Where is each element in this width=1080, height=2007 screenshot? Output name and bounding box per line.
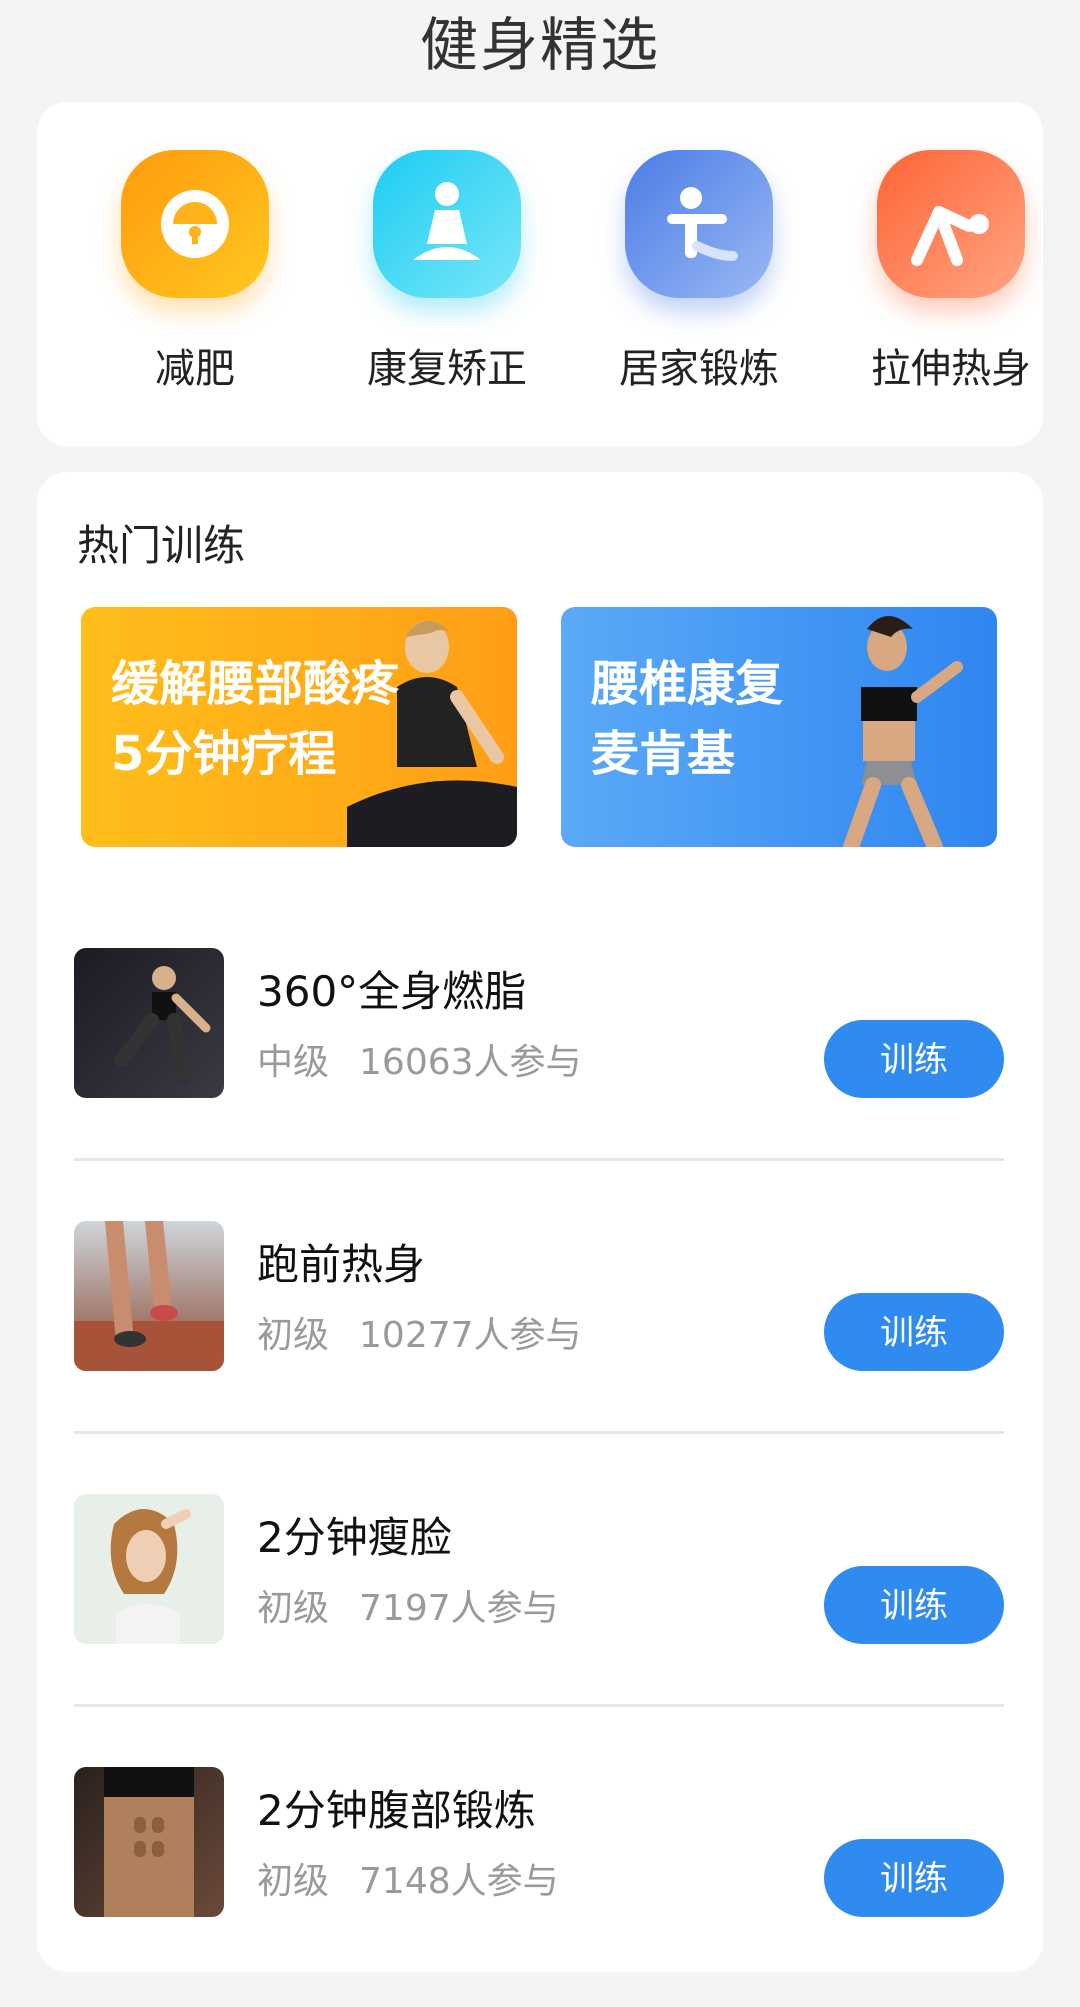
scale-icon bbox=[121, 150, 269, 298]
category-label: 康复矫正 bbox=[367, 346, 527, 392]
item-title: 2分钟腹部锻炼 bbox=[257, 1786, 536, 1835]
list-item[interactable]: 360°全身燃脂 中级 16063人参与 训练 bbox=[74, 948, 1004, 1188]
category-label: 减肥 bbox=[155, 346, 235, 392]
item-level: 中级 bbox=[257, 1042, 330, 1083]
item-title: 2分钟瘦脸 bbox=[257, 1513, 452, 1562]
category-home-workout[interactable]: 居家锻炼 bbox=[599, 150, 799, 394]
banner-line1: 缓解腰部酸疼 bbox=[111, 656, 400, 712]
divider bbox=[74, 1704, 1004, 1707]
banner-line2: 麦肯基 bbox=[591, 726, 736, 782]
item-participants: 7197人参与 bbox=[359, 1588, 559, 1629]
home-exercise-icon bbox=[625, 150, 773, 298]
train-button[interactable]: 训练 bbox=[824, 1839, 1004, 1917]
item-level: 初级 bbox=[257, 1315, 330, 1356]
category-label: 居家锻炼 bbox=[619, 346, 779, 392]
item-title: 跑前热身 bbox=[257, 1240, 426, 1289]
item-meta: 中级 16063人参与 bbox=[257, 1033, 582, 1085]
item-level: 初级 bbox=[257, 1861, 330, 1902]
banner-lower-back[interactable]: 缓解腰部酸疼 5分钟疗程 bbox=[81, 607, 517, 847]
train-button[interactable]: 训练 bbox=[824, 1020, 1004, 1098]
list-item[interactable]: 2分钟瘦脸 初级 7197人参与 训练 bbox=[74, 1494, 1004, 1734]
hot-training-card: 热门训练 缓解腰部酸疼 5分钟疗程 腰椎康复 麦肯基 360°全身燃脂 中级 1… bbox=[37, 472, 1043, 1972]
item-meta: 初级 10277人参与 bbox=[257, 1306, 582, 1358]
category-label: 拉伸热身 bbox=[871, 346, 1031, 392]
thumb-abs bbox=[74, 1767, 224, 1917]
woman-photo bbox=[843, 616, 963, 847]
banner-lumbar[interactable]: 腰椎康复 麦肯基 bbox=[561, 607, 997, 847]
train-button[interactable]: 训练 bbox=[824, 1293, 1004, 1371]
item-title: 360°全身燃脂 bbox=[257, 967, 527, 1016]
train-button[interactable]: 训练 bbox=[824, 1566, 1004, 1644]
meditation-icon bbox=[373, 150, 521, 298]
item-participants: 16063人参与 bbox=[359, 1042, 582, 1083]
list-item[interactable]: 跑前热身 初级 10277人参与 训练 bbox=[74, 1221, 1004, 1461]
item-participants: 10277人参与 bbox=[359, 1315, 582, 1356]
divider bbox=[74, 1158, 1004, 1161]
category-weight-loss[interactable]: 减肥 bbox=[95, 150, 295, 394]
thumb-full-body bbox=[74, 948, 224, 1098]
thumb-face bbox=[74, 1494, 224, 1644]
section-title: 热门训练 bbox=[77, 521, 246, 570]
item-level: 初级 bbox=[257, 1588, 330, 1629]
item-meta: 初级 7197人参与 bbox=[257, 1579, 559, 1631]
category-rehab[interactable]: 康复矫正 bbox=[347, 150, 547, 394]
banner-line1: 腰椎康复 bbox=[591, 656, 784, 712]
category-stretch[interactable]: 拉伸热身 bbox=[851, 150, 1051, 394]
list-item[interactable]: 2分钟腹部锻炼 初级 7148人参与 训练 bbox=[74, 1767, 1004, 2007]
thumb-running bbox=[74, 1221, 224, 1371]
page-title: 健身精选 bbox=[419, 11, 660, 79]
banner-line2: 5分钟疗程 bbox=[111, 726, 337, 782]
item-meta: 初级 7148人参与 bbox=[257, 1852, 559, 1904]
item-participants: 7148人参与 bbox=[359, 1861, 559, 1902]
stretch-icon bbox=[877, 150, 1025, 298]
category-card: 减肥 康复矫正 居家锻炼 拉伸热身 bbox=[37, 102, 1043, 446]
divider bbox=[74, 1431, 1004, 1434]
